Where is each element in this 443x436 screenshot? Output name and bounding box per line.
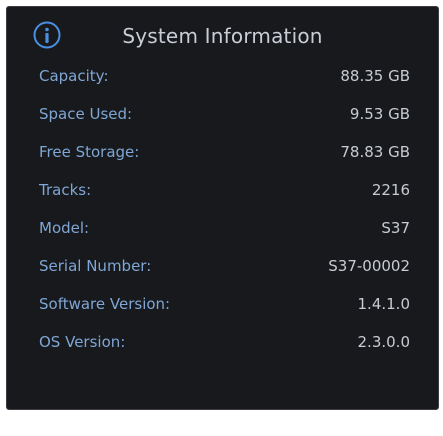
info-label: Serial Number:	[39, 257, 152, 275]
info-row-model: Model: S37	[7, 211, 438, 249]
info-value: 88.35 GB	[340, 67, 410, 85]
screen: ​ System Information Capacity: 88.35 GB …	[0, 0, 443, 436]
info-row-serial-number: Serial Number: S37-00002	[7, 249, 438, 287]
system-information-dialog: ​ System Information Capacity: 88.35 GB …	[6, 6, 439, 410]
info-row-os-version: OS Version: 2.3.0.0	[7, 325, 438, 363]
info-row-tracks: Tracks: 2216	[7, 173, 438, 211]
info-value: 78.83 GB	[340, 143, 410, 161]
info-value: 1.4.1.0	[357, 295, 410, 313]
info-value: S37-00002	[328, 257, 410, 275]
info-label: Space Used:	[39, 105, 133, 123]
info-value: S37	[381, 219, 410, 237]
info-row-software-version: Software Version: 1.4.1.0	[7, 287, 438, 325]
info-row-capacity: Capacity: 88.35 GB	[7, 59, 438, 97]
info-row-free-storage: Free Storage: 78.83 GB	[7, 135, 438, 173]
info-value: 2.3.0.0	[357, 333, 410, 351]
info-label: OS Version:	[39, 333, 126, 351]
info-label: Software Version:	[39, 295, 171, 313]
info-row-space-used: Space Used: 9.53 GB	[7, 97, 438, 135]
dialog-header: System Information	[7, 7, 438, 63]
dialog-title: System Information	[122, 24, 323, 48]
info-label: Free Storage:	[39, 143, 140, 161]
info-label: Model:	[39, 219, 90, 237]
info-label: Tracks:	[39, 181, 92, 199]
info-value: 2216	[371, 181, 410, 199]
info-value: 9.53 GB	[349, 105, 410, 123]
info-label: Capacity:	[39, 67, 109, 85]
